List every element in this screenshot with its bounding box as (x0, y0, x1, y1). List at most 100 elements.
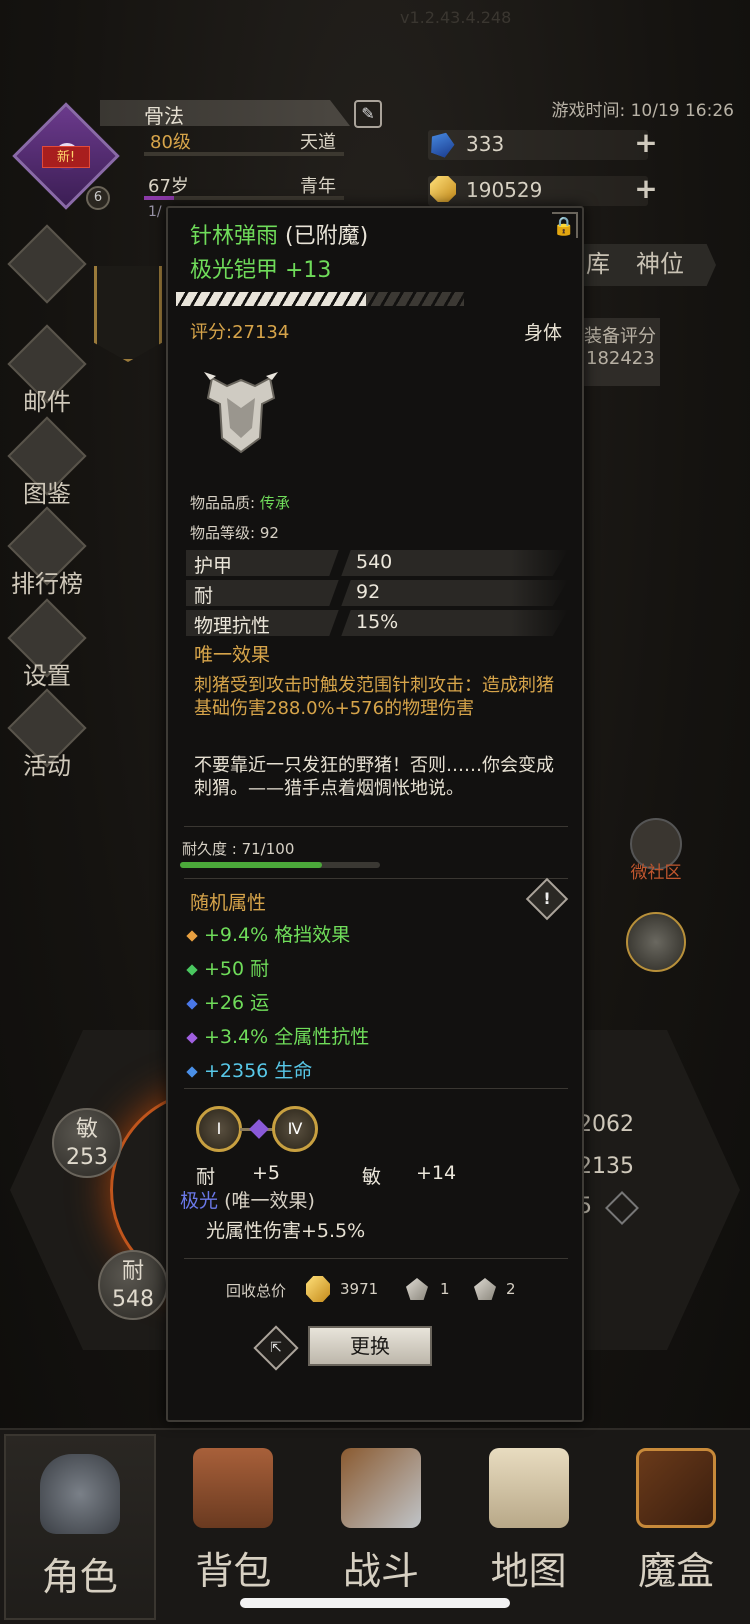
nav-label: 地图 (490, 1549, 567, 1593)
random-attr-text: +26 运 (204, 992, 270, 1014)
item-tooltip: 🔒 针林弹雨 (已附魔) 极光铠甲 +13 评分:27134 身体 物品品质: … (166, 206, 584, 1422)
socket-stat-key: 耐 (196, 1166, 216, 1188)
recycle-mat1: 1 (440, 1280, 450, 1298)
durability-fill (180, 862, 322, 868)
aurora-name: 极光 (180, 1190, 219, 1212)
player-age: 67岁 (148, 176, 189, 197)
home-indicator (240, 1598, 510, 1608)
add-blue-gem-button[interactable]: + (634, 129, 658, 157)
sidebar-item-label: 邮件 (23, 388, 71, 416)
stat-value: 15% (356, 611, 399, 633)
life-stage: 青年 (300, 176, 336, 197)
community-button[interactable]: 微社区 (616, 818, 696, 883)
equip-score-value: 182423 (586, 348, 655, 369)
age-prefix: 1/ (148, 204, 162, 220)
random-attr-text: +3.4% 全属性抗性 (204, 1026, 370, 1048)
socket-stat-value: +14 (416, 1162, 457, 1184)
nav-label: 魔盒 (638, 1549, 715, 1593)
item-enchanted: (已附魔) (285, 224, 369, 249)
agility-stat[interactable]: 敏 253 (52, 1108, 122, 1178)
gold-icon (306, 1276, 330, 1302)
item-score: 评分:27134 (190, 322, 290, 343)
stat-right-1: 2062 (578, 1112, 634, 1137)
sidebar-item-events[interactable]: 活动 (7, 688, 87, 781)
link-gem-icon (249, 1119, 269, 1139)
player-name: 骨法 (144, 104, 184, 128)
tab-divine[interactable]: 神位 (636, 244, 684, 279)
random-attr-row: +2356 生命 (186, 1056, 313, 1083)
nav-magic-box[interactable]: 魔盒 (602, 1430, 750, 1624)
sidebar-item-mail[interactable]: 邮件 (7, 324, 87, 417)
socket-gem-1[interactable]: Ⅰ (196, 1106, 242, 1152)
stamina-value: 548 (112, 1287, 154, 1312)
nav-character[interactable]: 角色 (4, 1434, 156, 1620)
socket-gem-2[interactable]: Ⅳ (272, 1106, 318, 1152)
gem-dot-icon (186, 1031, 198, 1044)
quality-value: 传承 (259, 494, 290, 512)
gem-dot-icon (186, 1065, 198, 1078)
stat-key: 耐 (194, 585, 214, 607)
item-quality: 物品品质: 传承 (190, 492, 290, 513)
stat-row: 耐 92 (186, 580, 568, 606)
socket-rank: Ⅳ (287, 1119, 303, 1138)
recycle-label: 回收总价 (226, 1282, 287, 1300)
sidebar-item-settings[interactable]: 设置 (7, 598, 87, 691)
stamina-stat[interactable]: 耐 548 (98, 1250, 168, 1320)
backpack-icon (193, 1448, 274, 1528)
stat-value: 540 (356, 551, 393, 573)
armor-icon (204, 372, 278, 454)
recycle-gold: 3971 (340, 1280, 379, 1298)
sidebar-item-codex[interactable]: 图鉴 (7, 416, 87, 509)
enhance-progress-filled (176, 292, 366, 306)
warning-icon[interactable]: ! (525, 877, 569, 921)
stat-key: 物理抗性 (194, 615, 271, 637)
sidebar-item-expand[interactable] (7, 224, 87, 304)
player-realm: 天道 (300, 132, 336, 153)
stat-row: 物理抗性 15% (186, 610, 568, 636)
nav-map[interactable]: 地图 (455, 1430, 603, 1624)
divider (184, 1258, 568, 1259)
stamina-label: 耐 (121, 1259, 144, 1284)
lock-icon[interactable]: 🔒 (552, 212, 578, 238)
item-name: 针林弹雨 (190, 224, 279, 249)
random-attr-row: +9.4% 格挡效果 (186, 920, 350, 947)
sidebar-item-label: 图鉴 (23, 480, 71, 508)
game-time: 游戏时间: 10/19 16:26 (551, 101, 734, 121)
enhance-progress-empty (366, 292, 464, 306)
helmet-icon (39, 1454, 120, 1534)
edit-name-icon[interactable]: ✎ (354, 100, 382, 128)
socket-stat-value: +5 (252, 1162, 281, 1184)
wing-emblem-button[interactable] (626, 912, 686, 972)
stat-value: 92 (356, 581, 381, 603)
sidebar-item-ranking[interactable]: 排行榜 (7, 506, 87, 599)
item-lore: 不要靠近一只发狂的野猪！否则……你会变成刺猬。——猎手点着烟惆怅地说。 (194, 755, 554, 799)
material-icon (406, 1278, 428, 1300)
socket-stat-key: 敏 (362, 1166, 382, 1188)
random-attr-text: +2356 生命 (204, 1060, 313, 1082)
socket-rank: Ⅰ (216, 1119, 222, 1138)
community-label: 微社区 (630, 863, 682, 883)
random-attr-row: +3.4% 全属性抗性 (186, 1022, 370, 1049)
avatar-level-badge: 6 (86, 186, 110, 210)
stat-row: 护甲 540 (186, 550, 568, 576)
nav-label: 背包 (195, 1549, 272, 1593)
blue-gem-bar (428, 130, 648, 160)
player-level: 80级 (150, 132, 191, 153)
stat-key: 护甲 (194, 555, 233, 577)
stat-right-2: 2135 (578, 1154, 634, 1179)
share-button[interactable]: ⇱ (253, 1325, 299, 1371)
add-gold-button[interactable]: + (634, 175, 658, 203)
unique-effect-header: 唯一效果 (194, 644, 271, 666)
divider (184, 878, 568, 879)
sidebar-item-label: 排行榜 (11, 570, 83, 598)
nav-backpack[interactable]: 背包 (160, 1430, 308, 1624)
gem-dot-icon (186, 929, 198, 942)
tab-storage[interactable]: 库 (586, 244, 610, 279)
sidebar-item-label: 活动 (23, 752, 71, 780)
sword-shield-icon (340, 1448, 421, 1528)
new-badge: 新! (42, 146, 90, 168)
nav-battle[interactable]: 战斗 (307, 1430, 455, 1624)
blue-gem-count: 333 (466, 132, 505, 156)
random-attr-row: +50 耐 (186, 954, 269, 981)
replace-button[interactable]: 更换 (308, 1326, 432, 1366)
